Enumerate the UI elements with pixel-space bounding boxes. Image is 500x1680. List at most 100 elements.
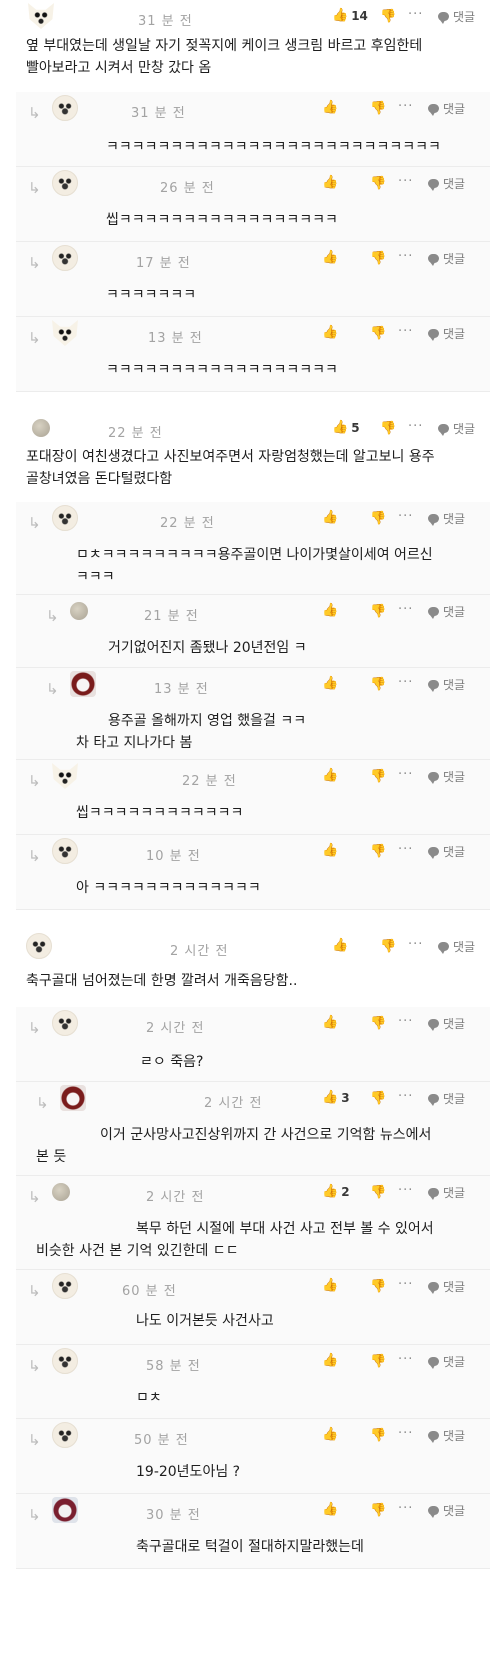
- thumbs-down-icon[interactable]: 👎: [380, 939, 396, 955]
- avatar[interactable]: [52, 1422, 78, 1448]
- like-button[interactable]: 👍: [322, 1427, 338, 1443]
- more-options-icon[interactable]: ···: [398, 1352, 413, 1367]
- thumbs-down-icon[interactable]: 👎: [380, 9, 396, 25]
- more-options-icon[interactable]: ···: [398, 509, 413, 524]
- avatar[interactable]: [60, 1085, 86, 1111]
- reply-button[interactable]: 댓글: [428, 100, 465, 117]
- thumbs-down-icon[interactable]: 👎: [370, 1091, 386, 1107]
- thumbs-down-icon[interactable]: 👎: [370, 677, 386, 693]
- reply-button[interactable]: 댓글: [428, 1278, 465, 1295]
- thumbs-down-icon[interactable]: 👎: [370, 101, 386, 117]
- avatar[interactable]: [28, 3, 54, 29]
- more-options-icon[interactable]: ···: [398, 1014, 413, 1029]
- like-button[interactable]: 👍 5: [332, 420, 360, 436]
- avatar[interactable]: [52, 245, 78, 271]
- more-options-icon[interactable]: ···: [398, 249, 413, 264]
- reply-button[interactable]: 댓글: [428, 325, 465, 342]
- thumbs-down-icon[interactable]: 👎: [370, 1354, 386, 1370]
- like-button[interactable]: 👍: [322, 843, 338, 859]
- reply-button[interactable]: 댓글: [428, 1502, 465, 1519]
- comment-timestamp: 13 분 전: [154, 682, 209, 697]
- reply-button[interactable]: 댓글: [428, 1090, 465, 1107]
- avatar[interactable]: [52, 1497, 78, 1523]
- like-button[interactable]: 👍: [322, 676, 338, 692]
- like-button[interactable]: 👍: [322, 1353, 338, 1369]
- thumbs-down-icon[interactable]: 👎: [370, 176, 386, 192]
- thumbs-down-icon[interactable]: 👎: [370, 251, 386, 267]
- more-options-icon[interactable]: ···: [398, 1426, 413, 1441]
- avatar[interactable]: [52, 95, 78, 121]
- thumbs-down-icon[interactable]: 👎: [370, 1503, 386, 1519]
- thumbs-down-icon[interactable]: 👎: [370, 844, 386, 860]
- thumbs-down-icon[interactable]: 👎: [370, 326, 386, 342]
- reply-button[interactable]: 댓글: [438, 420, 475, 437]
- thumbs-down-icon[interactable]: 👎: [370, 1185, 386, 1201]
- avatar[interactable]: [52, 320, 78, 346]
- more-options-icon[interactable]: ···: [408, 937, 423, 952]
- avatar[interactable]: [52, 505, 78, 531]
- avatar[interactable]: [52, 170, 78, 196]
- more-options-icon[interactable]: ···: [408, 7, 423, 22]
- reply-button[interactable]: 댓글: [438, 938, 475, 955]
- more-options-icon[interactable]: ···: [398, 1183, 413, 1198]
- reply-button[interactable]: 댓글: [428, 1427, 465, 1444]
- more-options-icon[interactable]: ···: [398, 1089, 413, 1104]
- avatar[interactable]: [52, 1273, 78, 1299]
- more-options-icon[interactable]: ···: [398, 174, 413, 189]
- thumbs-up-icon: 👍: [322, 325, 339, 340]
- avatar[interactable]: [52, 1183, 70, 1201]
- like-button[interactable]: 👍: [322, 510, 338, 526]
- reply-button[interactable]: 댓글: [428, 603, 465, 620]
- like-button[interactable]: 👍: [322, 325, 338, 341]
- reply-button[interactable]: 댓글: [428, 1353, 465, 1370]
- reply-button[interactable]: 댓글: [428, 1184, 465, 1201]
- thumbs-down-icon[interactable]: 👎: [370, 1428, 386, 1444]
- like-button[interactable]: 👍 14: [332, 8, 368, 24]
- more-options-icon[interactable]: ···: [408, 419, 423, 434]
- avatar[interactable]: [70, 602, 88, 620]
- avatar[interactable]: [32, 419, 50, 437]
- like-button[interactable]: 👍: [322, 1278, 338, 1294]
- more-options-icon[interactable]: ···: [398, 602, 413, 617]
- thumbs-down-icon[interactable]: 👎: [370, 511, 386, 527]
- like-button[interactable]: 👍: [322, 603, 338, 619]
- reply-button[interactable]: 댓글: [428, 250, 465, 267]
- thumbs-down-icon[interactable]: 👎: [370, 1279, 386, 1295]
- reply-button[interactable]: 댓글: [428, 768, 465, 785]
- thumbs-down-icon[interactable]: 👎: [370, 604, 386, 620]
- reply-button[interactable]: 댓글: [428, 1015, 465, 1032]
- more-options-icon[interactable]: ···: [398, 324, 413, 339]
- more-options-icon[interactable]: ···: [398, 675, 413, 690]
- comment-actions: 👍 👎 ··· 댓글: [322, 842, 478, 861]
- reply-button[interactable]: 댓글: [428, 175, 465, 192]
- more-options-icon[interactable]: ···: [398, 842, 413, 857]
- more-options-icon[interactable]: ···: [398, 1277, 413, 1292]
- like-button[interactable]: 👍 3: [322, 1090, 350, 1106]
- like-button[interactable]: 👍: [322, 768, 338, 784]
- like-button[interactable]: 👍: [322, 100, 338, 116]
- thumbs-down-icon[interactable]: 👎: [380, 421, 396, 437]
- reply-button[interactable]: 댓글: [428, 676, 465, 693]
- thumbs-down-icon[interactable]: 👎: [370, 1016, 386, 1032]
- like-button[interactable]: 👍: [322, 250, 338, 266]
- more-options-icon[interactable]: ···: [398, 767, 413, 782]
- like-button[interactable]: 👍: [322, 1015, 338, 1031]
- like-button[interactable]: 👍: [332, 938, 348, 954]
- comment-header: ↳ 13 분 전 👍 👎 ··· 댓글: [16, 668, 490, 698]
- avatar[interactable]: [52, 1010, 78, 1036]
- like-button[interactable]: 👍: [322, 175, 338, 191]
- more-options-icon[interactable]: ···: [398, 99, 413, 114]
- comment-timestamp: 2 시간 전: [204, 1096, 263, 1111]
- more-options-icon[interactable]: ···: [398, 1501, 413, 1516]
- reply-button[interactable]: 댓글: [438, 8, 475, 25]
- reply-button[interactable]: 댓글: [428, 510, 465, 527]
- avatar[interactable]: [26, 933, 52, 959]
- thumbs-down-icon[interactable]: 👎: [370, 769, 386, 785]
- like-button[interactable]: 👍 2: [322, 1184, 350, 1200]
- avatar[interactable]: [52, 838, 78, 864]
- avatar[interactable]: [52, 763, 78, 789]
- avatar[interactable]: [52, 1348, 78, 1374]
- reply-button[interactable]: 댓글: [428, 843, 465, 860]
- avatar[interactable]: [70, 671, 96, 697]
- like-button[interactable]: 👍: [322, 1502, 338, 1518]
